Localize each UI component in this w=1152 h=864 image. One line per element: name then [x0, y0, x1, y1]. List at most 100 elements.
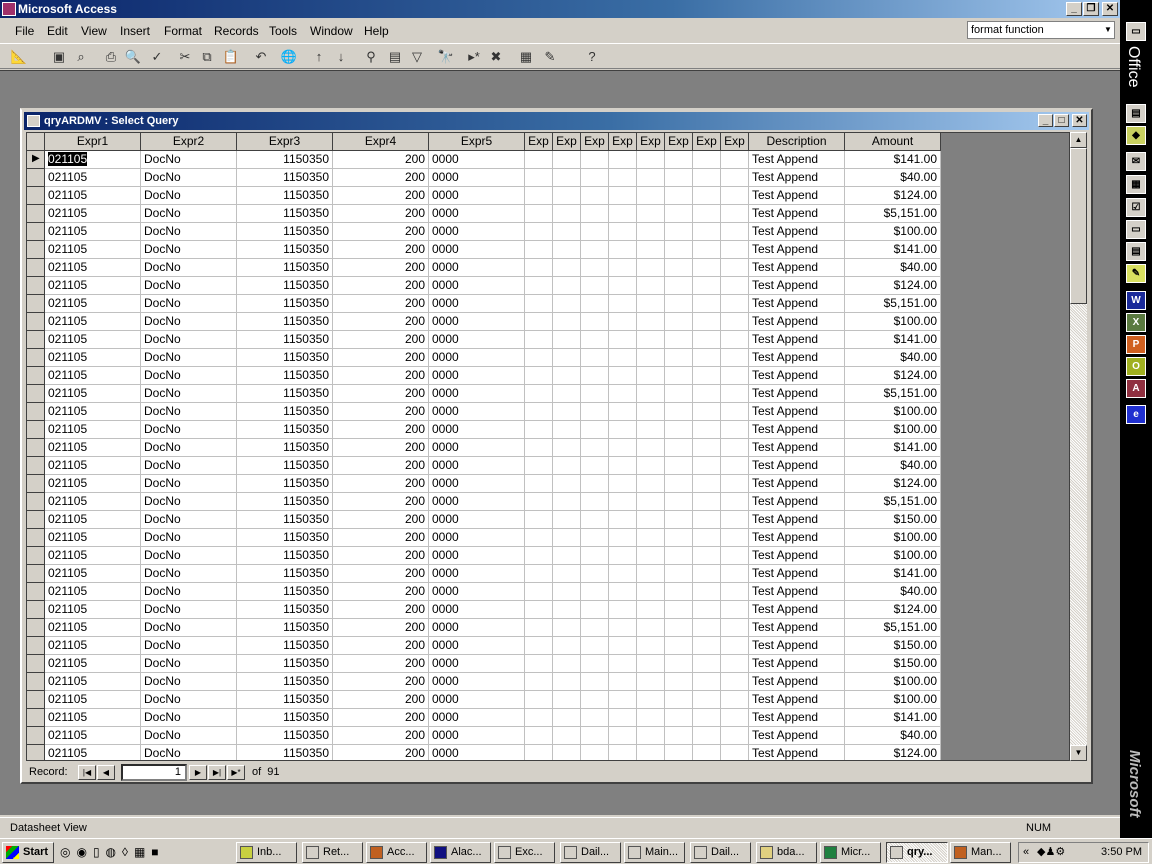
table-cell[interactable]	[665, 619, 693, 637]
table-cell[interactable]	[721, 313, 749, 331]
table-cell[interactable]: 200	[333, 205, 429, 223]
select-all-corner[interactable]	[27, 133, 45, 151]
table-cell[interactable]	[693, 331, 721, 349]
table-cell[interactable]	[609, 385, 637, 403]
taskbar-button[interactable]: Man...	[950, 842, 1011, 863]
table-cell[interactable]: 021105	[45, 205, 141, 223]
table-cell[interactable]	[609, 565, 637, 583]
table-cell[interactable]	[581, 331, 609, 349]
table-cell[interactable]	[581, 601, 609, 619]
office-folder-icon[interactable]: ▭	[1126, 22, 1146, 41]
table-cell[interactable]	[581, 151, 609, 169]
table-cell[interactable]: Test Append	[749, 187, 845, 205]
table-cell[interactable]: $150.00	[845, 655, 941, 673]
table-cell[interactable]	[609, 349, 637, 367]
table-cell[interactable]: Test Append	[749, 637, 845, 655]
table-cell[interactable]: 021105	[45, 187, 141, 205]
table-cell[interactable]	[553, 205, 581, 223]
table-cell[interactable]	[553, 745, 581, 760]
table-cell[interactable]	[553, 511, 581, 529]
row-selector[interactable]	[27, 709, 45, 727]
table-cell[interactable]	[693, 385, 721, 403]
table-cell[interactable]	[609, 421, 637, 439]
table-cell[interactable]	[637, 295, 665, 313]
search-file-icon[interactable]: ⌕	[72, 48, 90, 66]
table-cell[interactable]	[609, 331, 637, 349]
table-cell[interactable]: 0000	[429, 295, 525, 313]
table-cell[interactable]	[637, 349, 665, 367]
table-cell[interactable]	[637, 241, 665, 259]
table-cell[interactable]	[693, 493, 721, 511]
table-cell[interactable]: 021105	[45, 457, 141, 475]
column-header[interactable]: Exp	[693, 133, 721, 151]
table-cell[interactable]	[721, 295, 749, 313]
table-cell[interactable]	[609, 169, 637, 187]
taskbar-button[interactable]: Micr...	[820, 842, 881, 863]
table-cell[interactable]	[637, 727, 665, 745]
table-cell[interactable]	[637, 655, 665, 673]
table-cell[interactable]	[693, 709, 721, 727]
table-cell[interactable]	[693, 187, 721, 205]
table-cell[interactable]: Test Append	[749, 421, 845, 439]
table-cell[interactable]: DocNo	[141, 619, 237, 637]
tray-expand-icon[interactable]: «	[1023, 843, 1029, 862]
menu-insert[interactable]: Insert	[120, 24, 150, 38]
tasks-icon[interactable]: ☑	[1126, 198, 1146, 217]
table-cell[interactable]	[609, 745, 637, 760]
spelling-icon[interactable]: ✓	[148, 48, 166, 66]
row-selector[interactable]	[27, 457, 45, 475]
table-cell[interactable]: 021105	[45, 295, 141, 313]
table-cell[interactable]: 200	[333, 565, 429, 583]
table-cell[interactable]: 0000	[429, 313, 525, 331]
table-cell[interactable]	[553, 403, 581, 421]
table-cell[interactable]: $124.00	[845, 745, 941, 760]
table-cell[interactable]	[665, 547, 693, 565]
tray-icons[interactable]: ◆♟⚙	[1037, 843, 1065, 862]
table-cell[interactable]: DocNo	[141, 511, 237, 529]
table-cell[interactable]	[665, 349, 693, 367]
table-cell[interactable]: Test Append	[749, 151, 845, 169]
table-cell[interactable]	[637, 583, 665, 601]
table-cell[interactable]	[581, 259, 609, 277]
table-cell[interactable]	[721, 277, 749, 295]
row-selector[interactable]	[27, 493, 45, 511]
table-cell[interactable]	[721, 529, 749, 547]
table-cell[interactable]	[637, 565, 665, 583]
table-cell[interactable]: $5,151.00	[845, 619, 941, 637]
table-cell[interactable]	[693, 727, 721, 745]
table-cell[interactable]	[609, 367, 637, 385]
table-cell[interactable]	[721, 349, 749, 367]
column-header[interactable]: Exp	[637, 133, 665, 151]
table-cell[interactable]: DocNo	[141, 385, 237, 403]
table-cell[interactable]	[637, 439, 665, 457]
cut-icon[interactable]: ✂	[176, 48, 194, 66]
table-cell[interactable]	[525, 421, 553, 439]
table-cell[interactable]	[637, 169, 665, 187]
table-cell[interactable]	[665, 151, 693, 169]
table-cell[interactable]: DocNo	[141, 169, 237, 187]
column-header[interactable]: Amount	[845, 133, 941, 151]
table-cell[interactable]	[693, 637, 721, 655]
table-cell[interactable]: 021105	[45, 583, 141, 601]
table-cell[interactable]	[721, 583, 749, 601]
table-cell[interactable]: 0000	[429, 655, 525, 673]
table-cell[interactable]	[581, 295, 609, 313]
table-cell[interactable]: Test Append	[749, 673, 845, 691]
table-cell[interactable]	[693, 547, 721, 565]
table-cell[interactable]: Test Append	[749, 529, 845, 547]
table-cell[interactable]: 200	[333, 223, 429, 241]
table-cell[interactable]: 200	[333, 457, 429, 475]
table-cell[interactable]: DocNo	[141, 277, 237, 295]
table-cell[interactable]: 1150350	[237, 241, 333, 259]
table-cell[interactable]	[581, 709, 609, 727]
table-cell[interactable]	[553, 259, 581, 277]
table-cell[interactable]	[693, 601, 721, 619]
row-selector[interactable]	[27, 313, 45, 331]
table-cell[interactable]	[525, 223, 553, 241]
table-cell[interactable]: 200	[333, 367, 429, 385]
table-cell[interactable]: DocNo	[141, 439, 237, 457]
table-cell[interactable]: 1150350	[237, 637, 333, 655]
table-cell[interactable]	[581, 529, 609, 547]
table-cell[interactable]	[693, 691, 721, 709]
table-cell[interactable]: 1150350	[237, 223, 333, 241]
